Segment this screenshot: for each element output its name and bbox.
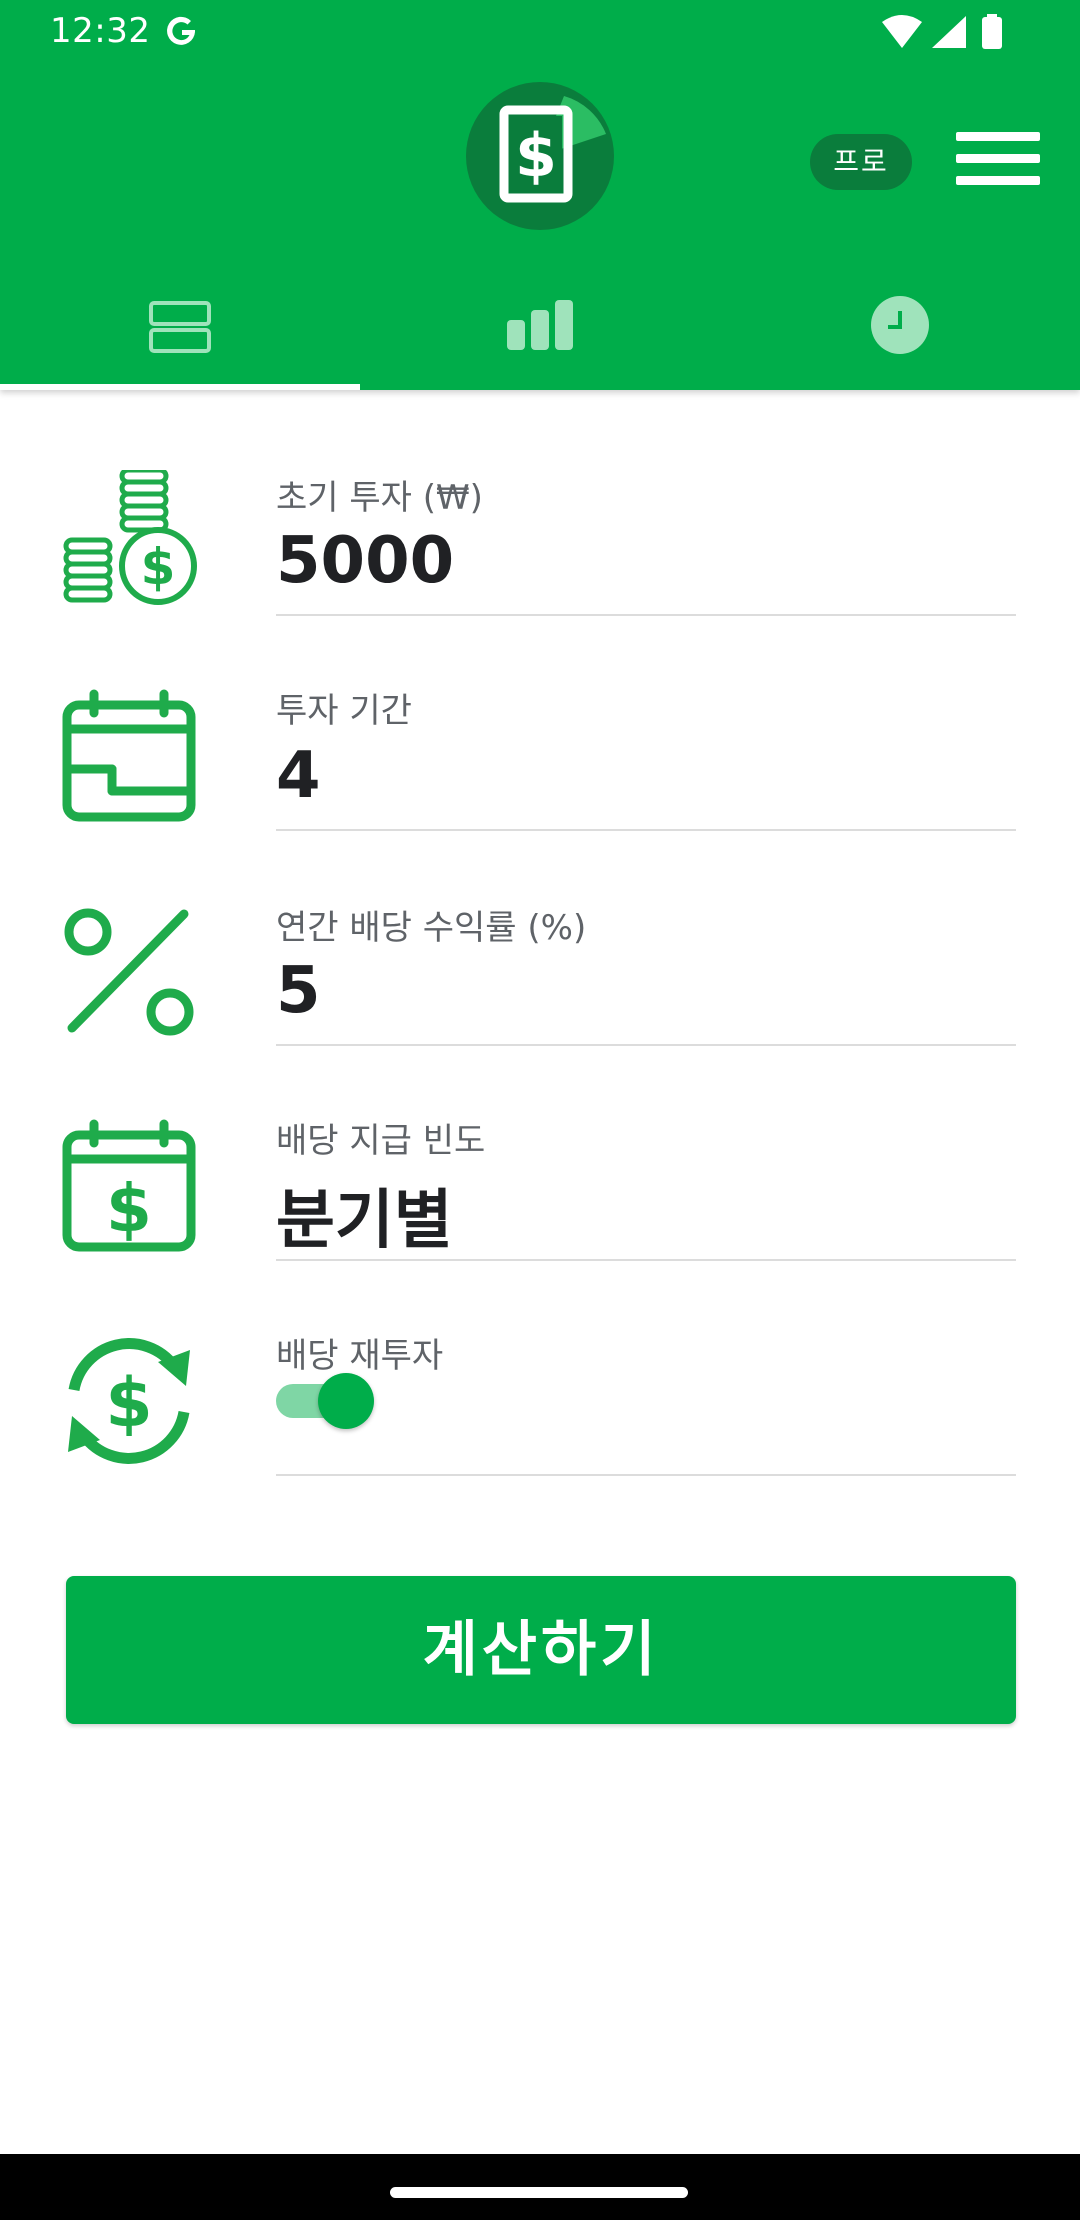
annual-dividend-yield-input[interactable]: 5	[276, 954, 321, 1028]
tab-chart[interactable]	[360, 270, 720, 390]
wifi-icon	[880, 14, 924, 54]
payment-frequency-row: $ 배당 지급 빈도 분기별	[0, 1085, 1080, 1295]
home-gesture-handle[interactable]	[390, 2187, 688, 2198]
annual-dividend-yield-underline	[276, 1044, 1016, 1046]
percent-icon	[62, 904, 196, 1042]
tab-calculator-form[interactable]	[0, 270, 360, 390]
clock-history-icon	[871, 296, 929, 354]
tab-history[interactable]	[720, 270, 1080, 390]
app-bar: 12:32 $ 프로	[0, 0, 1080, 390]
form-rows-icon	[149, 301, 211, 353]
svg-text:$: $	[105, 1364, 152, 1443]
hamburger-menu-icon[interactable]	[956, 130, 1040, 188]
dividend-reinvestment-toggle[interactable]	[318, 1373, 374, 1429]
svg-text:$: $	[106, 1170, 152, 1247]
svg-text:$: $	[515, 121, 557, 191]
investment-period-row: 투자 기간 4	[0, 655, 1080, 865]
payment-frequency-underline	[276, 1259, 1016, 1261]
tab-indicator	[0, 384, 360, 390]
payment-frequency-label: 배당 지급 빈도	[276, 1121, 486, 1161]
calculate-button[interactable]: 계산하기	[66, 1576, 1016, 1724]
investment-period-label: 투자 기간	[276, 691, 412, 731]
dividend-reinvestment-label: 배당 재투자	[276, 1336, 444, 1376]
dollar-refresh-icon: $	[62, 1334, 196, 1472]
coins-dollar-icon: $	[62, 467, 202, 614]
bar-chart-icon	[507, 300, 573, 350]
calendar-dollar-icon: $	[62, 1119, 196, 1257]
battery-icon	[980, 14, 1004, 54]
calendar-period-icon	[62, 689, 196, 827]
initial-investment-underline	[276, 614, 1016, 616]
status-bar: 12:32	[0, 0, 1080, 66]
investment-period-input[interactable]: 4	[276, 739, 321, 813]
cell-signal-icon	[928, 14, 968, 54]
initial-investment-label: 초기 투자 (₩)	[276, 478, 483, 518]
status-time: 12:32	[50, 11, 151, 51]
dividend-reinvestment-underline	[276, 1474, 1016, 1476]
annual-dividend-yield-label: 연간 배당 수익률 (%)	[276, 908, 587, 948]
dollar-document-logo-icon: $	[466, 82, 614, 230]
annual-dividend-yield-row: 연간 배당 수익률 (%) 5	[0, 870, 1080, 1080]
google-g-icon	[164, 14, 200, 54]
initial-investment-input[interactable]: 5000	[276, 524, 454, 598]
initial-investment-row: $ 초기 투자 (₩) 5000	[0, 440, 1080, 650]
dividend-reinvestment-row: $ 배당 재투자	[0, 1300, 1080, 1510]
svg-text:$: $	[141, 538, 176, 596]
pro-badge[interactable]: 프로	[810, 134, 912, 190]
investment-period-underline	[276, 829, 1016, 831]
payment-frequency-select[interactable]: 분기별	[276, 1169, 453, 1261]
